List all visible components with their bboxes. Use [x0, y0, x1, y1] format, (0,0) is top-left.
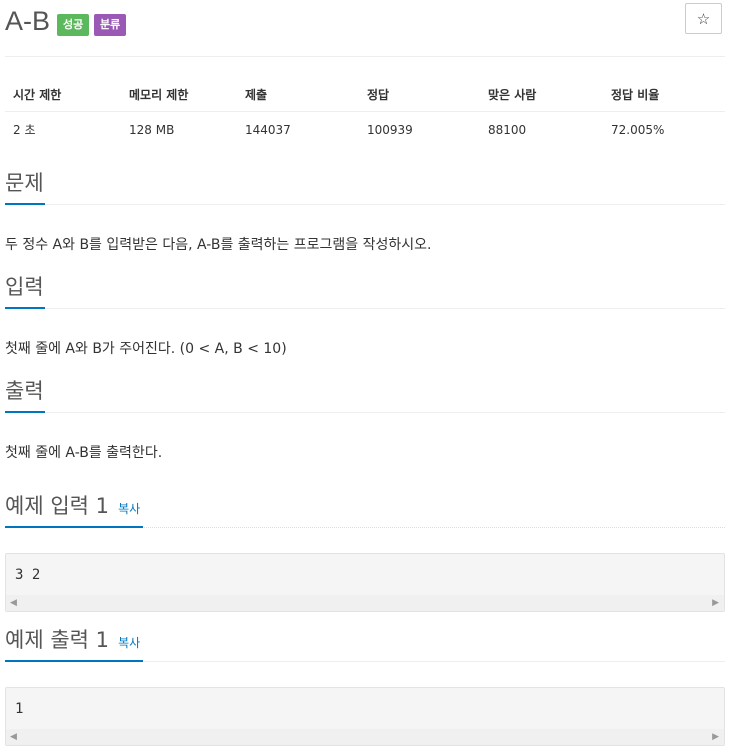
sample-output-underline: [5, 660, 143, 662]
sample-output-header: 예제 출력 1 복사: [5, 626, 140, 654]
stats-header-memory: 메모리 제한: [129, 88, 189, 102]
stats-header-accepted: 정답: [367, 88, 390, 102]
sample-output-copy-link[interactable]: 복사: [118, 636, 140, 650]
stats-value-submissions: 144037: [245, 123, 291, 137]
stats-header-solvers: 맞은 사람: [488, 88, 537, 102]
sample-input-value: 3 2: [15, 567, 41, 583]
scroll-right-icon[interactable]: ▶: [712, 598, 719, 608]
sample-input-scrollbar[interactable]: ◀ ▶: [6, 595, 724, 611]
stats-header-divider: [5, 111, 725, 112]
favorite-button[interactable]: ☆: [685, 3, 722, 34]
input-description: 첫째 줄에 A와 B가 주어진다. (0 < A, B < 10): [5, 341, 287, 357]
output-section-underline: [5, 411, 45, 413]
sample-input-underline: [5, 526, 143, 528]
stats-value-memory: 128 MB: [129, 123, 175, 137]
success-badge: 성공: [57, 14, 90, 36]
problem-section-line: [5, 204, 725, 205]
output-description: 첫째 줄에 A-B를 출력한다.: [5, 445, 163, 461]
problem-title: A-B: [5, 6, 51, 36]
sample-input-copy-link[interactable]: 복사: [118, 502, 140, 516]
stats-header-ratio: 정답 비율: [611, 88, 660, 102]
stats-header-time: 시간 제한: [13, 88, 62, 102]
stats-value-time: 2 초: [13, 123, 36, 137]
sample-output-box[interactable]: 1 ◀ ▶: [5, 687, 725, 746]
problem-section-underline: [5, 203, 45, 205]
input-section-underline: [5, 307, 45, 309]
star-icon: ☆: [696, 9, 711, 28]
scroll-right-icon[interactable]: ▶: [712, 732, 719, 742]
stats-header-submissions: 제출: [245, 88, 268, 102]
sample-input-title: 예제 입력 1: [5, 494, 109, 518]
stats-value-ratio: 72.005%: [611, 123, 665, 137]
sample-output-value: 1: [15, 701, 24, 717]
output-section-line: [5, 412, 725, 413]
output-section-title: 출력: [5, 379, 44, 403]
stats-value-solvers: 88100: [488, 123, 527, 137]
scroll-left-icon[interactable]: ◀: [10, 598, 17, 608]
stats-value-accepted: 100939: [367, 123, 413, 137]
problem-description: 두 정수 A와 B를 입력받은 다음, A-B를 출력하는 프로그램을 작성하시…: [5, 237, 432, 253]
scroll-left-icon[interactable]: ◀: [10, 732, 17, 742]
input-section-line: [5, 308, 725, 309]
input-section-title: 입력: [5, 275, 44, 299]
sample-output-title: 예제 출력 1: [5, 628, 109, 652]
sample-output-scrollbar[interactable]: ◀ ▶: [6, 729, 724, 745]
header-divider: [5, 56, 725, 57]
sample-input-header: 예제 입력 1 복사: [5, 492, 140, 520]
sample-input-box[interactable]: 3 2 ◀ ▶: [5, 553, 725, 612]
problem-section-title: 문제: [5, 171, 44, 195]
category-badge[interactable]: 분류: [94, 14, 127, 36]
